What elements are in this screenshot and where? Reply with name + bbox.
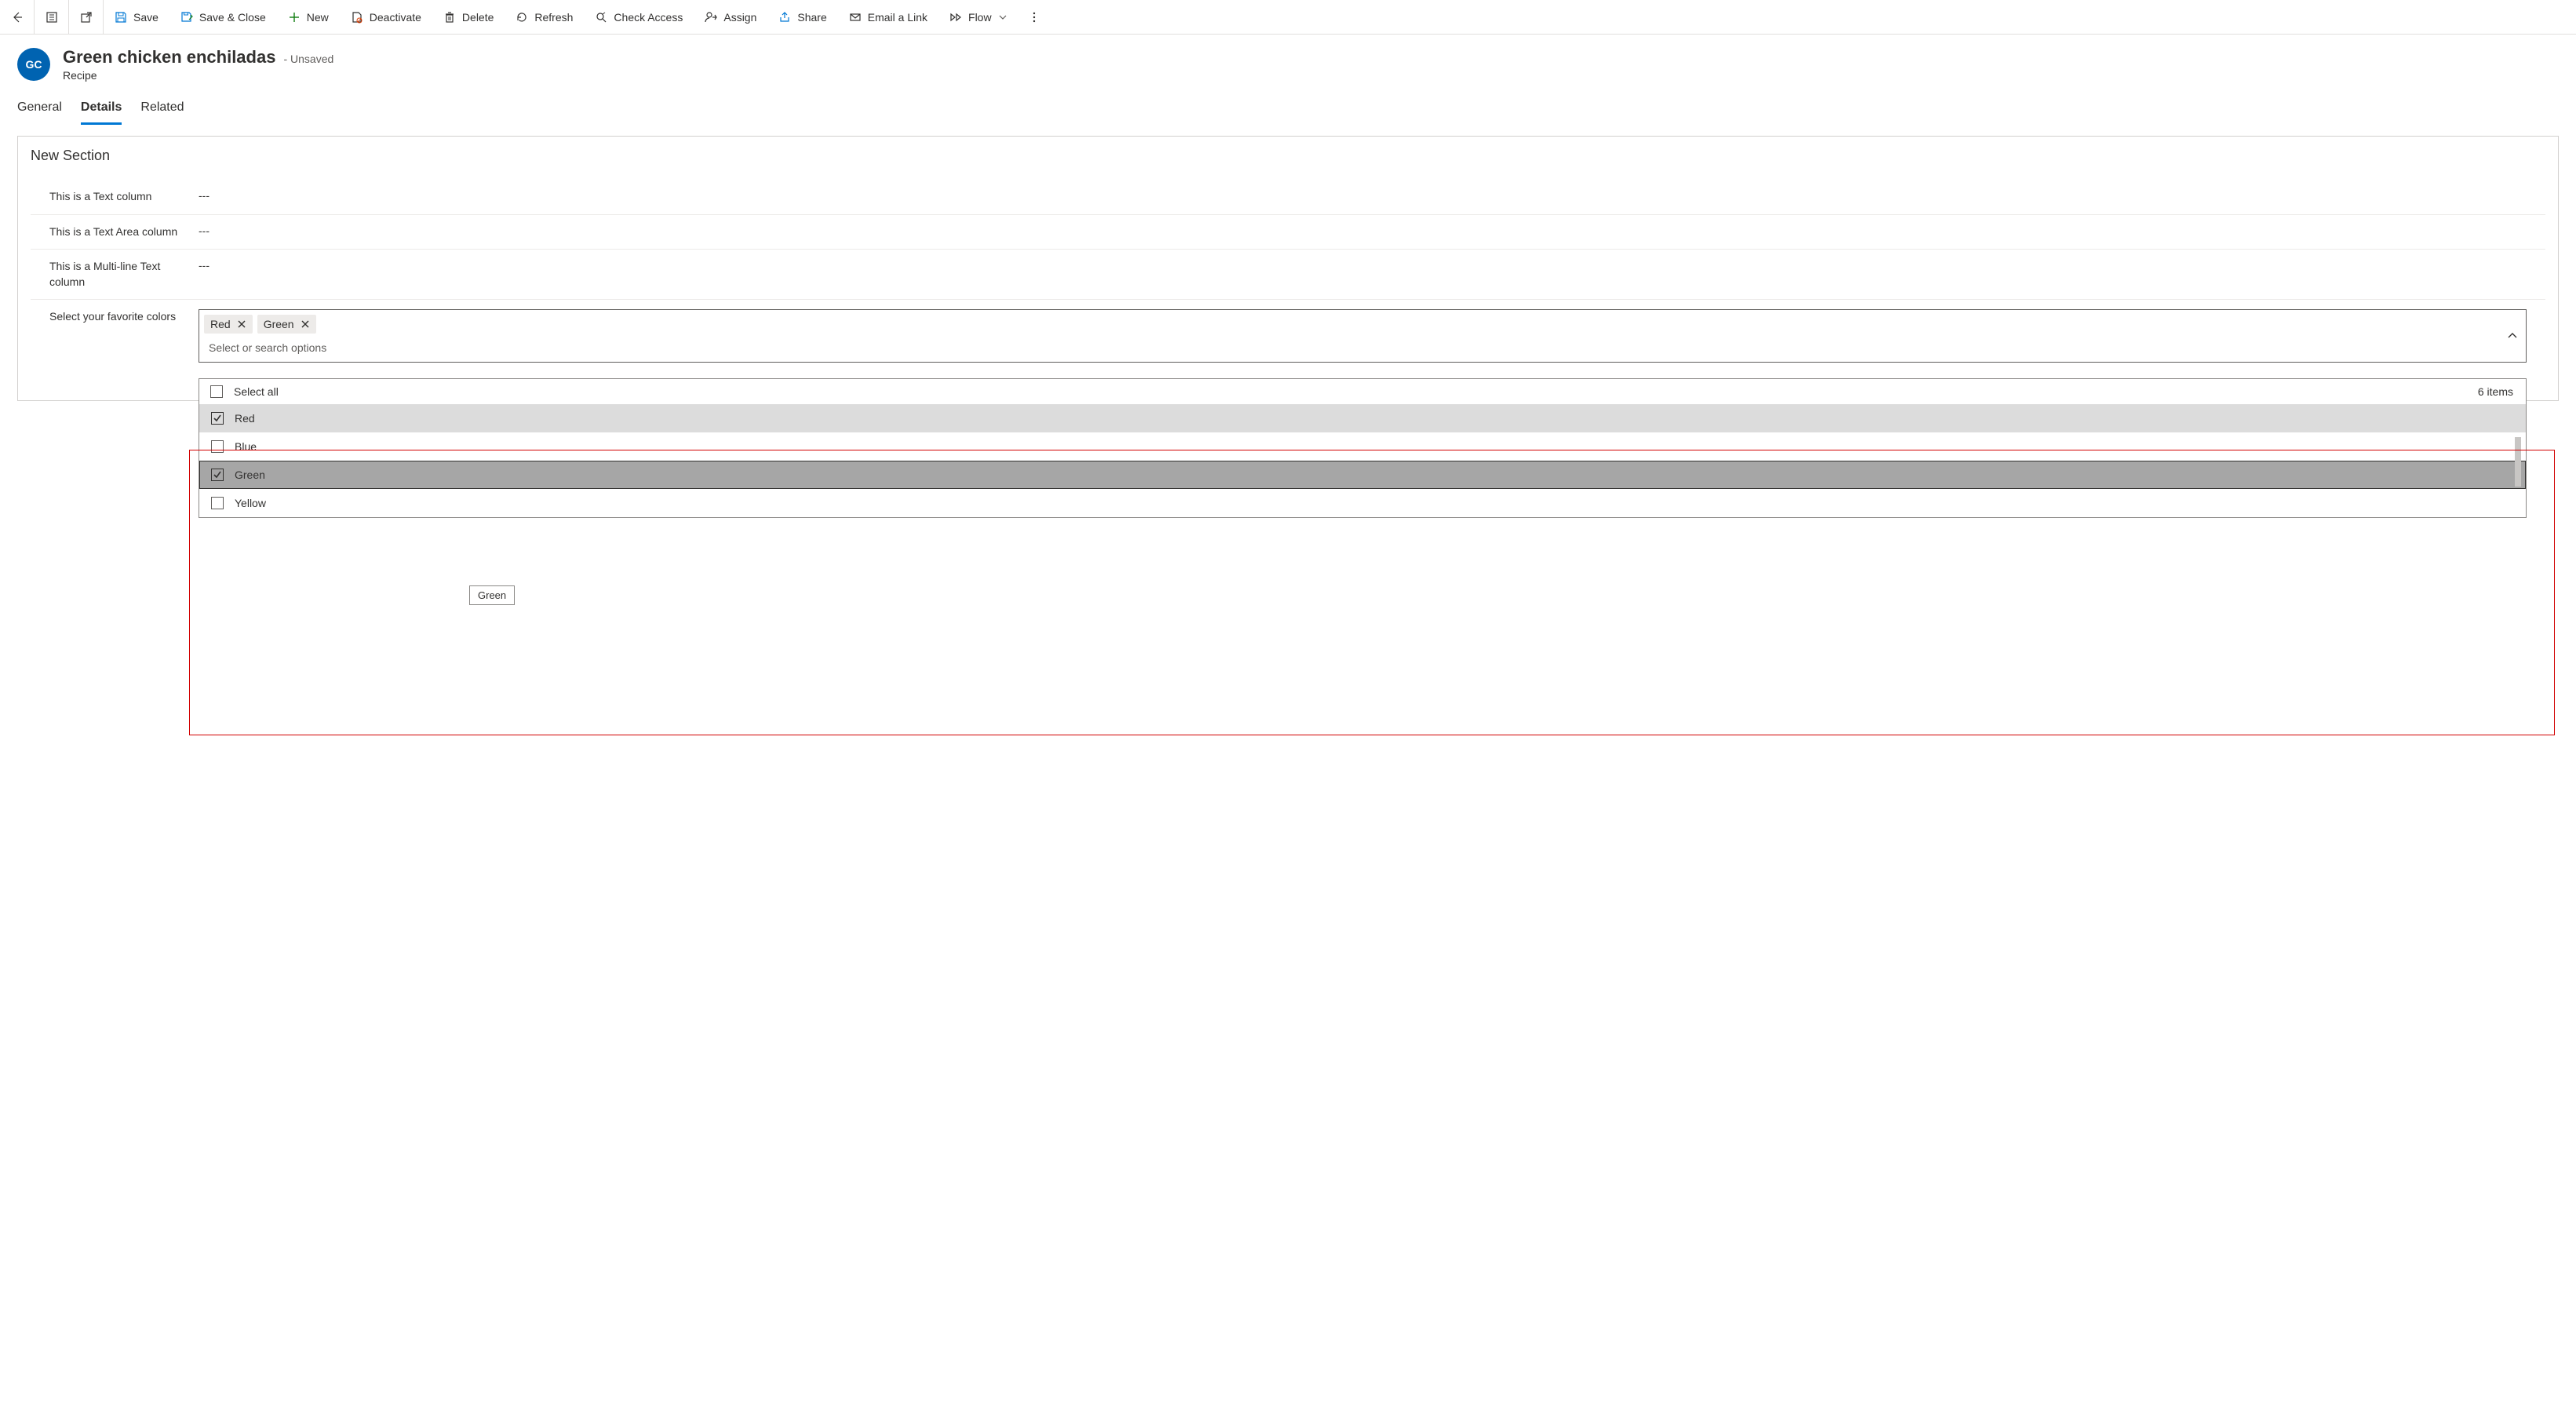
tab-details[interactable]: Details [81,94,122,125]
multiselect-input[interactable] [204,338,2491,357]
chip-remove-green[interactable] [301,319,310,329]
open-new-window-button[interactable] [69,0,104,35]
assign-button[interactable]: Assign [694,0,767,35]
command-bar: Save Save & Close New Deactivate Delete … [0,0,2576,35]
chip-label: Green [264,318,294,330]
field-label: This is a Text Area column [49,224,183,240]
assign-icon [705,11,717,24]
option-blue[interactable]: Blue [199,432,2526,461]
tab-related[interactable]: Related [140,94,184,125]
mail-icon [849,11,862,24]
email-link-button[interactable]: Email a Link [838,0,938,35]
save-close-label: Save & Close [199,11,266,24]
delete-label: Delete [462,11,494,24]
check-access-button[interactable]: Check Access [584,0,694,35]
tooltip: Green [469,585,515,605]
field-value: --- [199,259,210,272]
flow-icon [949,11,962,24]
save-close-icon [180,11,193,24]
back-button[interactable] [0,0,35,35]
trash-icon [443,11,456,24]
save-icon [115,11,127,24]
close-icon [301,319,310,329]
option-red[interactable]: Red [199,404,2526,432]
tab-general[interactable]: General [17,94,62,125]
arrow-left-icon [11,11,24,24]
record-entity: Recipe [63,69,333,82]
more-vertical-icon [1028,11,1040,24]
field-textarea[interactable]: This is a Text Area column --- [31,215,2545,250]
dropdown-scrollbar[interactable] [2515,432,2523,514]
chevron-down-icon [998,13,1007,22]
check-access-icon [595,11,607,24]
record-title: Green chicken enchiladas [63,47,275,67]
field-label: Select your favorite colors [49,309,183,325]
deactivate-label: Deactivate [370,11,421,24]
chevron-up-icon [2507,330,2518,341]
flow-button[interactable]: Flow [938,0,1018,35]
refresh-label: Refresh [534,11,573,24]
option-green[interactable]: Green [199,461,2526,489]
option-label: Red [235,412,255,425]
flow-label: Flow [968,11,992,24]
chip-green: Green [257,315,316,334]
refresh-button[interactable]: Refresh [505,0,584,35]
field-value: --- [199,224,210,237]
new-button[interactable]: New [277,0,340,35]
section-title: New Section [31,148,2545,164]
select-all-label[interactable]: Select all [234,385,279,398]
avatar: GC [17,48,50,81]
scrollbar-thumb[interactable] [2515,437,2521,486]
save-label: Save [133,11,158,24]
record-header: GC Green chicken enchiladas - Unsaved Re… [0,35,2576,86]
popout-icon [80,11,93,24]
field-value: --- [199,189,210,202]
share-icon [778,11,791,24]
delete-button[interactable]: Delete [432,0,505,35]
multiselect-control[interactable]: Red Green [199,309,2527,363]
new-label: New [307,11,329,24]
field-text[interactable]: This is a Text column --- [31,180,2545,215]
record-status: - Unsaved [283,53,333,65]
option-checkbox[interactable] [211,412,224,425]
field-colors: Select your favorite colors Red Green [31,300,2545,369]
field-label: This is a Text column [49,189,183,205]
chip-remove-red[interactable] [237,319,246,329]
option-checkbox[interactable] [211,469,224,481]
save-close-button[interactable]: Save & Close [169,0,277,35]
section-panel: New Section This is a Text column --- Th… [17,136,2559,401]
overflow-button[interactable] [1018,0,1050,35]
chip-label: Red [210,318,231,330]
email-link-label: Email a Link [868,11,927,24]
form-tabs: General Details Related [0,86,2576,125]
item-count: 6 items [2478,385,2513,398]
option-yellow[interactable]: Yellow [199,489,2526,517]
option-label: Yellow [235,497,266,509]
select-all-checkbox[interactable] [210,385,223,398]
share-button[interactable]: Share [767,0,837,35]
check-access-label: Check Access [614,11,683,24]
deactivate-button[interactable]: Deactivate [340,0,432,35]
option-label: Blue [235,440,257,453]
option-checkbox[interactable] [211,497,224,509]
field-multiline[interactable]: This is a Multi-line Text column --- [31,250,2545,300]
multiselect-dropdown: Select all 6 items Red [199,378,2527,518]
field-label: This is a Multi-line Text column [49,259,183,290]
refresh-icon [516,11,528,24]
form-icon [46,11,58,24]
plus-icon [288,11,301,24]
deactivate-icon [351,11,363,24]
chip-red: Red [204,315,253,334]
assign-label: Assign [723,11,756,24]
save-button[interactable]: Save [104,0,169,35]
close-icon [237,319,246,329]
form-selector-button[interactable] [35,0,69,35]
option-checkbox[interactable] [211,440,224,453]
combo-toggle[interactable] [2507,330,2518,341]
option-label: Green [235,469,265,481]
share-label: Share [797,11,826,24]
